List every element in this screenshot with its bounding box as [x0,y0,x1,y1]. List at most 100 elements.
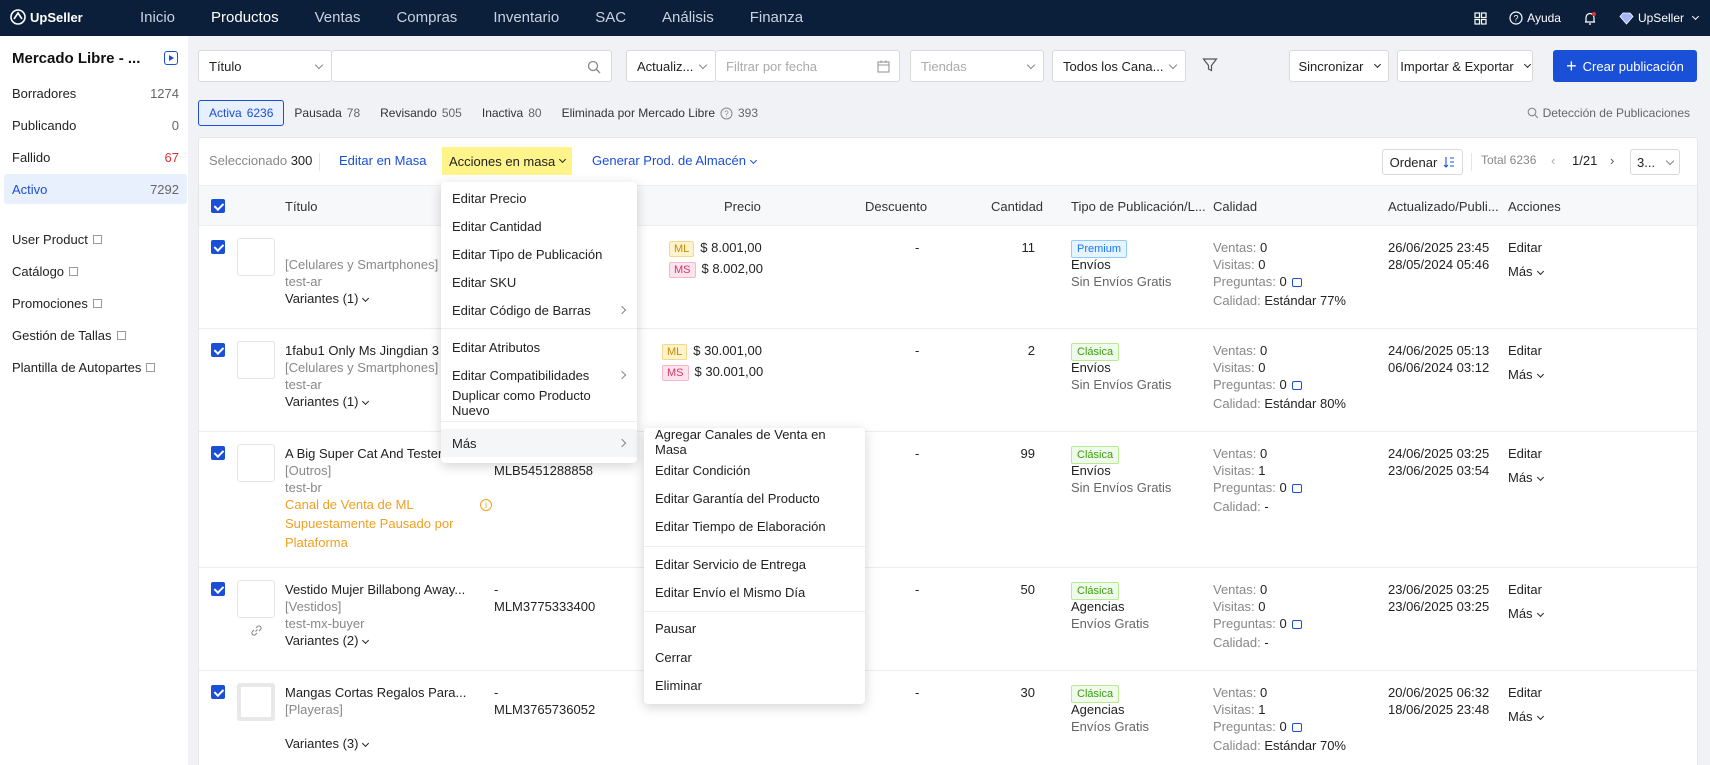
product-thumbnail[interactable] [237,580,275,618]
more-actions-link[interactable]: Más [1508,606,1544,621]
menu-item-edit-compatibilities[interactable]: Editar Compatibilidades [441,361,637,389]
more-actions-link[interactable]: Más [1508,264,1544,279]
nav-finanza[interactable]: Finanza [732,0,821,36]
submenu-item-edit-warranty[interactable]: Editar Garantía del Producto [644,484,865,512]
mass-actions-button[interactable]: Acciones en masa [442,147,573,175]
sidebar-item-publicando[interactable]: Publicando 0 [4,110,187,140]
question-chat-icon[interactable] [1291,484,1302,493]
product-thumbnail[interactable] [237,683,275,721]
menu-item-edit-quantity[interactable]: Editar Cantidad [441,212,637,240]
channels-select[interactable]: Todos los Cana... [1052,50,1186,82]
edit-mass-link[interactable]: Editar en Masa [339,153,426,168]
submenu-item-add-channels[interactable]: Agregar Canales de Venta en Masa [644,427,865,457]
edit-link[interactable]: Editar [1508,582,1542,597]
submenu-item-edit-delivery-service[interactable]: Editar Servicio de Entrega [644,550,865,578]
product-thumbnail[interactable] [237,238,275,276]
product-title[interactable]: Mangas Cortas Regalos Para... [285,685,466,700]
prev-page-icon[interactable]: ‹ [1551,153,1555,168]
nav-sac[interactable]: SAC [577,0,644,36]
sidebar-item-borradores[interactable]: Borradores 1274 [4,78,187,108]
tab-eliminada[interactable]: Eliminada por Mercado Libre ? 393 [552,100,768,126]
nav-compras[interactable]: Compras [378,0,475,36]
submenu-item-delete[interactable]: Eliminar [644,671,865,699]
question-chat-icon[interactable] [1291,620,1302,629]
submenu-item-pause[interactable]: Pausar [644,614,865,642]
edit-link[interactable]: Editar [1508,343,1542,358]
row-checkbox[interactable] [211,240,225,254]
menu-item-edit-listing-type[interactable]: Editar Tipo de Publicación [441,240,637,268]
nav-inventario[interactable]: Inventario [475,0,577,36]
question-chat-icon[interactable] [1291,381,1302,390]
update-select[interactable]: Actualiz... [626,50,716,82]
product-thumbnail[interactable] [237,444,275,482]
nav-ventas[interactable]: Ventas [297,0,379,36]
help-icon[interactable]: ? [720,107,733,120]
info-icon[interactable]: i [480,499,492,511]
nav-productos[interactable]: Productos [193,0,297,36]
play-video-icon[interactable] [164,51,178,65]
more-actions-link[interactable]: Más [1508,709,1544,724]
submenu-item-edit-same-day-shipping[interactable]: Editar Envío el Mismo Día [644,578,865,606]
sidebar-item-activo[interactable]: Activo 7292 [4,174,187,204]
row-checkbox[interactable] [211,685,225,699]
date-filter-input[interactable]: Filtrar por fecha [716,50,900,82]
nav-analisis[interactable]: Análisis [644,0,732,36]
sidebar-item-fallido[interactable]: Fallido 67 [4,142,187,172]
detection-link[interactable]: Detección de Publicaciones [1527,106,1690,120]
sort-button[interactable]: Ordenar [1382,149,1463,175]
sidebar-link-user-product[interactable]: User Product [12,232,102,247]
tab-pausada[interactable]: Pausada 78 [284,100,370,126]
sidebar-link-catalogo[interactable]: Catálogo [12,264,79,279]
menu-item-edit-attributes[interactable]: Editar Atributos [441,333,637,361]
menu-item-edit-price[interactable]: Editar Precio [441,184,637,212]
listing-id-link[interactable]: MLM3775333400 [494,599,595,614]
account-menu[interactable]: UpSeller [1619,11,1700,25]
tab-activa[interactable]: Activa 6236 [198,100,285,126]
listing-id-link[interactable]: MLB5451288858 [494,463,593,478]
more-actions-link[interactable]: Más [1508,470,1544,485]
upseller-logo[interactable]: UpSeller [10,9,83,25]
field-select[interactable]: Título [198,50,332,82]
edit-link[interactable]: Editar [1508,240,1542,255]
next-page-icon[interactable]: › [1610,153,1614,168]
row-checkbox[interactable] [211,582,225,596]
submenu-item-close[interactable]: Cerrar [644,643,865,671]
select-all-checkbox[interactable] [211,199,225,213]
sidebar-link-promociones[interactable]: Promociones [12,296,102,311]
edit-link[interactable]: Editar [1508,685,1542,700]
sidebar-link-plantilla-autopartes[interactable]: Plantilla de Autopartes [12,360,156,375]
row-checkbox[interactable] [211,343,225,357]
stores-select[interactable]: Tiendas [910,50,1044,82]
submenu-item-edit-elaboration-time[interactable]: Editar Tiempo de Elaboración [644,512,865,540]
page-size-select[interactable]: 3... [1630,149,1680,175]
search-input[interactable] [332,50,612,82]
search-icon[interactable] [587,60,601,74]
help-link[interactable]: ? Ayuda [1509,11,1561,25]
product-title[interactable]: A Big Super Cat And Tester [285,446,442,461]
submenu-item-edit-condition[interactable]: Editar Condición [644,456,865,484]
product-title[interactable]: 1fabu1 Only Ms Jingdian 3 [285,343,439,358]
generate-warehouse-product[interactable]: Generar Prod. de Almacén [592,153,757,168]
menu-item-edit-barcode[interactable]: Editar Código de Barras [441,296,637,324]
sidebar-link-gestion-tallas[interactable]: Gestión de Tallas [12,328,126,343]
variants-toggle[interactable]: Variantes (1) [285,394,370,409]
question-chat-icon[interactable] [1291,723,1302,732]
notification-bell-icon[interactable] [1583,11,1597,26]
import-export-button[interactable]: Importar & Exportar [1397,50,1533,82]
menu-item-edit-sku[interactable]: Editar SKU [441,268,637,296]
more-actions-link[interactable]: Más [1508,367,1544,382]
link-icon[interactable] [251,625,262,636]
listing-id-link[interactable]: MLM3765736052 [494,702,595,717]
create-listing-button[interactable]: + Crear publicación [1553,50,1697,82]
row-checkbox[interactable] [211,446,225,460]
tab-revisando[interactable]: Revisando 505 [370,100,472,126]
question-chat-icon[interactable] [1291,278,1302,287]
variants-toggle[interactable]: Variantes (2) [285,633,370,648]
nav-inicio[interactable]: Inicio [122,0,193,36]
edit-link[interactable]: Editar [1508,446,1542,461]
sync-button[interactable]: Sincronizar [1289,50,1389,82]
variants-toggle[interactable]: Variantes (1) [285,291,370,306]
menu-item-more[interactable]: Más [441,429,637,457]
menu-item-duplicate[interactable]: Duplicar como Producto Nuevo [441,388,637,418]
tab-inactiva[interactable]: Inactiva 80 [472,100,552,126]
